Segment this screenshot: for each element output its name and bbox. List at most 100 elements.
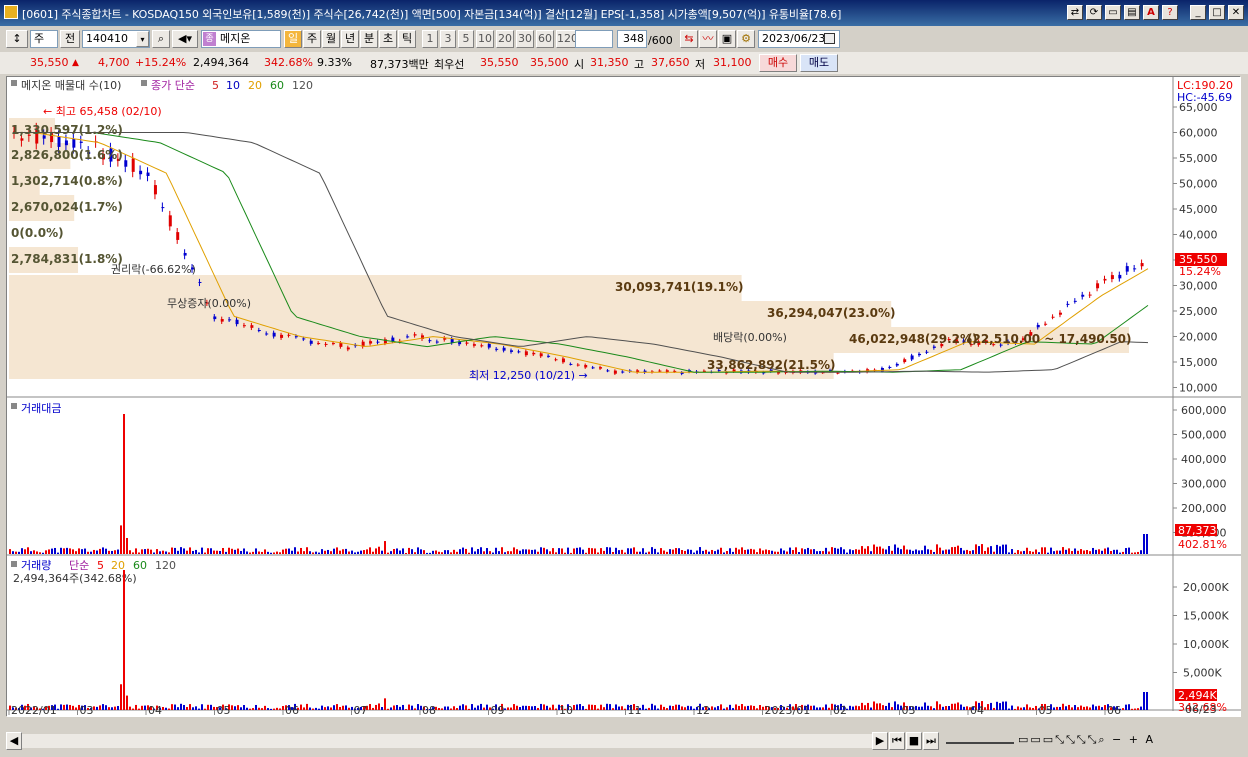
period-2-button[interactable]: 주 xyxy=(303,30,321,48)
maximize-button[interactable]: □ xyxy=(1209,5,1225,20)
market-select[interactable]: 주 xyxy=(30,30,58,48)
volume-bar xyxy=(993,707,995,710)
y-tick-label: 15,000 xyxy=(1179,356,1218,369)
play-icon[interactable]: ▶ xyxy=(872,732,888,750)
amount-bar xyxy=(342,549,344,554)
period-4-button[interactable]: 년 xyxy=(341,30,359,48)
chart-area[interactable]: 65,00060,00055,00050,00045,00040,00035,0… xyxy=(6,76,1241,717)
amount-bar xyxy=(1035,549,1037,554)
interval-30-button[interactable]: 30 xyxy=(516,30,534,48)
amount-bar xyxy=(171,547,173,554)
volume-bar xyxy=(204,708,206,710)
chart-scrollbar[interactable]: ◀ ▶ ⏮ ■ ⏭ ▭▭▭⤡⤡⤡⤡⌕ − + A xyxy=(6,732,1240,750)
step-back-icon[interactable]: ⏮ xyxy=(889,732,905,750)
zoom-slider[interactable] xyxy=(946,736,1014,744)
amount-bar xyxy=(876,546,878,554)
amount-bar xyxy=(870,551,872,554)
volume-bar xyxy=(849,705,851,710)
save-icon[interactable]: ▣ xyxy=(718,30,736,48)
volume-bar xyxy=(189,704,191,710)
volume-bar xyxy=(615,704,617,710)
x-tick-label: 04 xyxy=(148,704,162,717)
line-tool-icon[interactable]: 〰 xyxy=(699,30,717,48)
count-input[interactable]: 348 xyxy=(617,30,647,48)
chevron-down-icon[interactable]: ▾ xyxy=(136,31,149,47)
interval-3-button[interactable]: 3 xyxy=(440,30,456,48)
amount-bar xyxy=(99,548,101,554)
amount-bar xyxy=(210,548,212,554)
amount-bar xyxy=(501,547,503,554)
amount-bar xyxy=(195,549,197,554)
volume-bar xyxy=(249,708,251,710)
period-1-button[interactable]: 일 xyxy=(284,30,302,48)
buy-button[interactable]: 매수 xyxy=(759,54,797,72)
sell-button[interactable]: 매도 xyxy=(800,54,838,72)
y-tick-label: 45,000 xyxy=(1179,203,1218,216)
speaker-icon[interactable]: ◀▾ xyxy=(172,30,198,48)
volume-bar xyxy=(381,707,383,710)
volume-bar xyxy=(1080,705,1082,710)
period-7-button[interactable]: 틱 xyxy=(398,30,416,48)
amount-bar xyxy=(648,551,650,554)
volume-bar xyxy=(819,707,821,710)
minimize-button[interactable]: _ xyxy=(1190,5,1206,20)
interval-10-button[interactable]: 10 xyxy=(476,30,494,48)
amount-bar xyxy=(1050,547,1052,554)
interval-5-button[interactable]: 5 xyxy=(458,30,474,48)
candle xyxy=(324,343,328,345)
scroll-track[interactable] xyxy=(22,734,872,748)
font-icon[interactable]: A xyxy=(1143,5,1159,20)
volume-bar xyxy=(1140,706,1142,710)
amount-bar xyxy=(621,549,623,554)
volume-bar xyxy=(63,704,65,710)
amount-bar xyxy=(660,548,662,554)
window-icon[interactable]: ▭ xyxy=(1105,5,1121,20)
amount-bar xyxy=(975,544,977,554)
volume-ma-20: 20 xyxy=(111,559,125,572)
volume-bar xyxy=(945,706,947,710)
amount-bar xyxy=(348,551,350,554)
interval-60-button[interactable]: 60 xyxy=(536,30,554,48)
gear-icon[interactable]: ⚙ xyxy=(737,30,755,48)
scroll-left-icon[interactable]: ◀ xyxy=(6,732,22,750)
prev-button[interactable]: 전 xyxy=(60,30,80,48)
refresh-icon[interactable]: ⟳ xyxy=(1086,5,1102,20)
volume-bar xyxy=(750,705,752,710)
candle xyxy=(517,351,521,353)
search-icon[interactable]: ⌕ xyxy=(152,30,170,48)
amount-bar xyxy=(744,549,746,554)
help-icon[interactable]: ? xyxy=(1162,5,1178,20)
volume-bar xyxy=(684,707,686,710)
extra-select[interactable] xyxy=(575,30,613,48)
chart-svg[interactable]: 65,00060,00055,00050,00045,00040,00035,0… xyxy=(7,77,1241,717)
stop-icon[interactable]: ■ xyxy=(906,732,922,750)
interval-1-button[interactable]: 1 xyxy=(422,30,438,48)
period-5-button[interactable]: 분 xyxy=(360,30,378,48)
amount-bar xyxy=(885,549,887,554)
volume-bar xyxy=(888,702,890,710)
volume-bar xyxy=(243,705,245,710)
close-button[interactable]: ✕ xyxy=(1228,5,1244,20)
amount-bar xyxy=(1104,548,1106,554)
fast-forward-icon[interactable]: ⏭ xyxy=(923,732,939,750)
compare-icon[interactable]: ⇆ xyxy=(680,30,698,48)
volume-bar xyxy=(507,707,509,710)
candle xyxy=(480,345,484,347)
volume-bar xyxy=(1035,705,1037,710)
period-6-button[interactable]: 초 xyxy=(379,30,397,48)
volume-bar xyxy=(66,704,68,710)
period-3-button[interactable]: 월 xyxy=(322,30,340,48)
print-icon[interactable]: ▤ xyxy=(1124,5,1140,20)
interval-20-button[interactable]: 20 xyxy=(496,30,514,48)
calendar-icon[interactable] xyxy=(824,33,835,44)
volume-bar xyxy=(327,706,329,710)
annotation-low: 최저 12,250 (10/21) → xyxy=(469,369,588,382)
draw-tools-icon[interactable]: ▭▭▭⤡⤡⤡⤡⌕ − + A xyxy=(1018,733,1155,747)
volume-bar xyxy=(207,704,209,710)
candle xyxy=(918,353,922,356)
amount-bar xyxy=(276,551,278,554)
amount-bar xyxy=(189,547,191,554)
chart-settings-icon[interactable]: ↕ xyxy=(6,30,28,48)
link-icon[interactable]: ⇄ xyxy=(1067,5,1083,20)
amount-bar xyxy=(768,550,770,554)
